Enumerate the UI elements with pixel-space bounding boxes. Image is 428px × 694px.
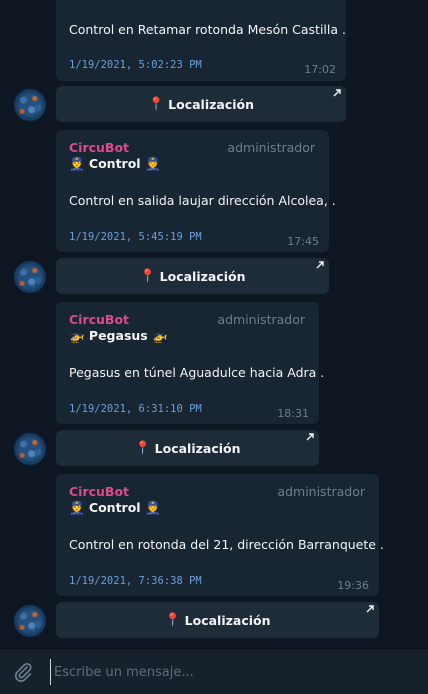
sender-name[interactable]: CircuBot <box>69 484 129 499</box>
message-bubble: CircuBot administrador 👮 Control 👮 Contr… <box>56 474 384 596</box>
chat-history[interactable]: Control en Retamar rotonda Mesón Castill… <box>0 0 428 648</box>
location-button[interactable]: 📍 Localización <box>56 86 346 122</box>
message-timestamp-text: 1/19/2021, 7:36:38 PM <box>69 575 202 587</box>
message-input[interactable] <box>50 659 410 685</box>
message-bubble: CircuBot administrador 🚁 Pegasus 🚁 Pegas… <box>56 302 324 424</box>
external-link-icon <box>306 433 314 441</box>
message-time: 18:31 <box>277 407 309 420</box>
message-time: 19:36 <box>337 579 369 592</box>
location-button[interactable]: 📍 Localización <box>56 258 329 294</box>
pin-icon: 📍 <box>164 612 181 628</box>
message-text: Control en salida laujar dirección Alcol… <box>69 193 336 208</box>
bot-avatar[interactable] <box>13 88 47 122</box>
pin-icon: 📍 <box>147 96 165 112</box>
location-button[interactable]: 📍 Localización <box>56 602 379 638</box>
message-text: Control en Retamar rotonda Mesón Castill… <box>69 22 346 37</box>
pin-icon: 📍 <box>134 440 151 456</box>
message-text: Pegasus en túnel Aguadulce hacia Adra . <box>69 365 325 380</box>
external-link-icon <box>316 261 324 269</box>
location-button-label: Localización <box>159 268 246 284</box>
paperclip-icon[interactable] <box>12 661 34 683</box>
message-text: Control en rotonda del 21, dirección Bar… <box>69 537 384 552</box>
message-title: 👮 Control 👮 <box>69 500 161 515</box>
message-title: 👮 Control 👮 <box>69 156 161 171</box>
location-button-label: Localización <box>154 440 241 456</box>
message-time: 17:02 <box>304 63 336 76</box>
message-title: 🚁 Pegasus 🚁 <box>69 328 168 343</box>
message-timestamp-text: 1/19/2021, 5:45:19 PM <box>69 231 202 243</box>
message-time: 17:45 <box>287 235 319 248</box>
sender-role-badge: administrador <box>277 484 365 499</box>
bot-avatar[interactable] <box>13 260 47 294</box>
sender-role-badge: administrador <box>217 312 305 327</box>
message-timestamp-text: 1/19/2021, 6:31:10 PM <box>69 403 202 415</box>
message-bubble: Control en Retamar rotonda Mesón Castill… <box>56 0 346 81</box>
location-button-label: Localización <box>184 612 271 628</box>
location-button[interactable]: 📍 Localización <box>56 430 319 466</box>
pin-icon: 📍 <box>139 268 156 284</box>
message-bubble: CircuBot administrador 👮 Control 👮 Contr… <box>56 130 336 252</box>
bot-avatar[interactable] <box>13 604 47 638</box>
external-link-icon <box>333 89 341 97</box>
sender-name[interactable]: CircuBot <box>69 312 129 327</box>
sender-role-badge: administrador <box>227 140 315 155</box>
message-timestamp-text: 1/19/2021, 5:02:23 PM <box>69 59 202 71</box>
sender-name[interactable]: CircuBot <box>69 140 129 155</box>
message-composer <box>0 648 428 694</box>
bot-avatar[interactable] <box>13 432 47 466</box>
location-button-label: Localización <box>168 96 255 112</box>
external-link-icon <box>366 605 374 613</box>
